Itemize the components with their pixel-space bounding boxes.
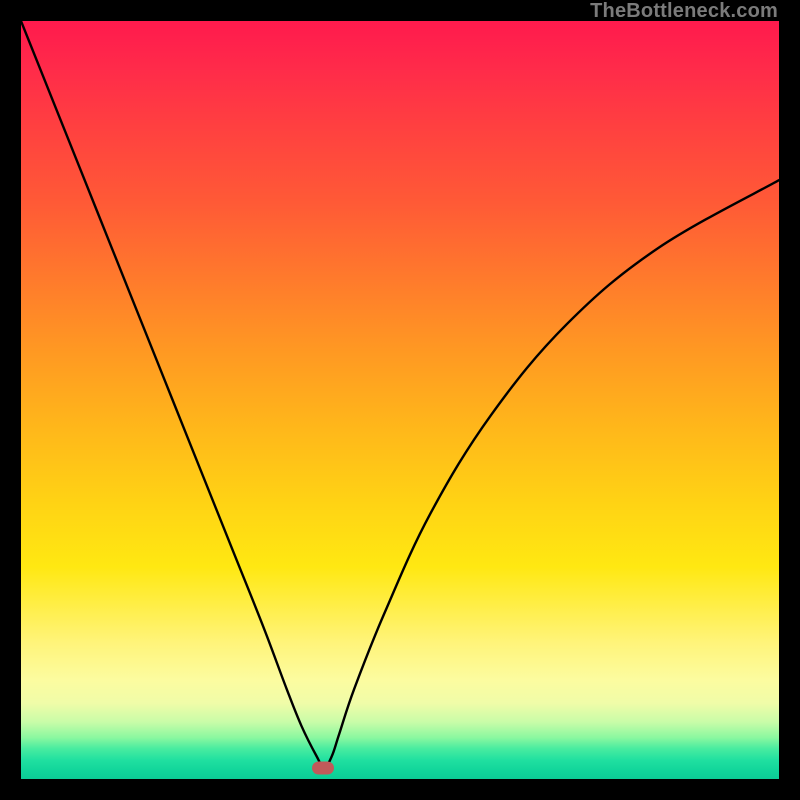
- bottleneck-curve: [21, 21, 779, 779]
- watermark-text: TheBottleneck.com: [590, 0, 778, 23]
- chart-frame: TheBottleneck.com: [0, 0, 800, 800]
- optimal-marker: [312, 762, 334, 775]
- plot-area: [21, 21, 779, 779]
